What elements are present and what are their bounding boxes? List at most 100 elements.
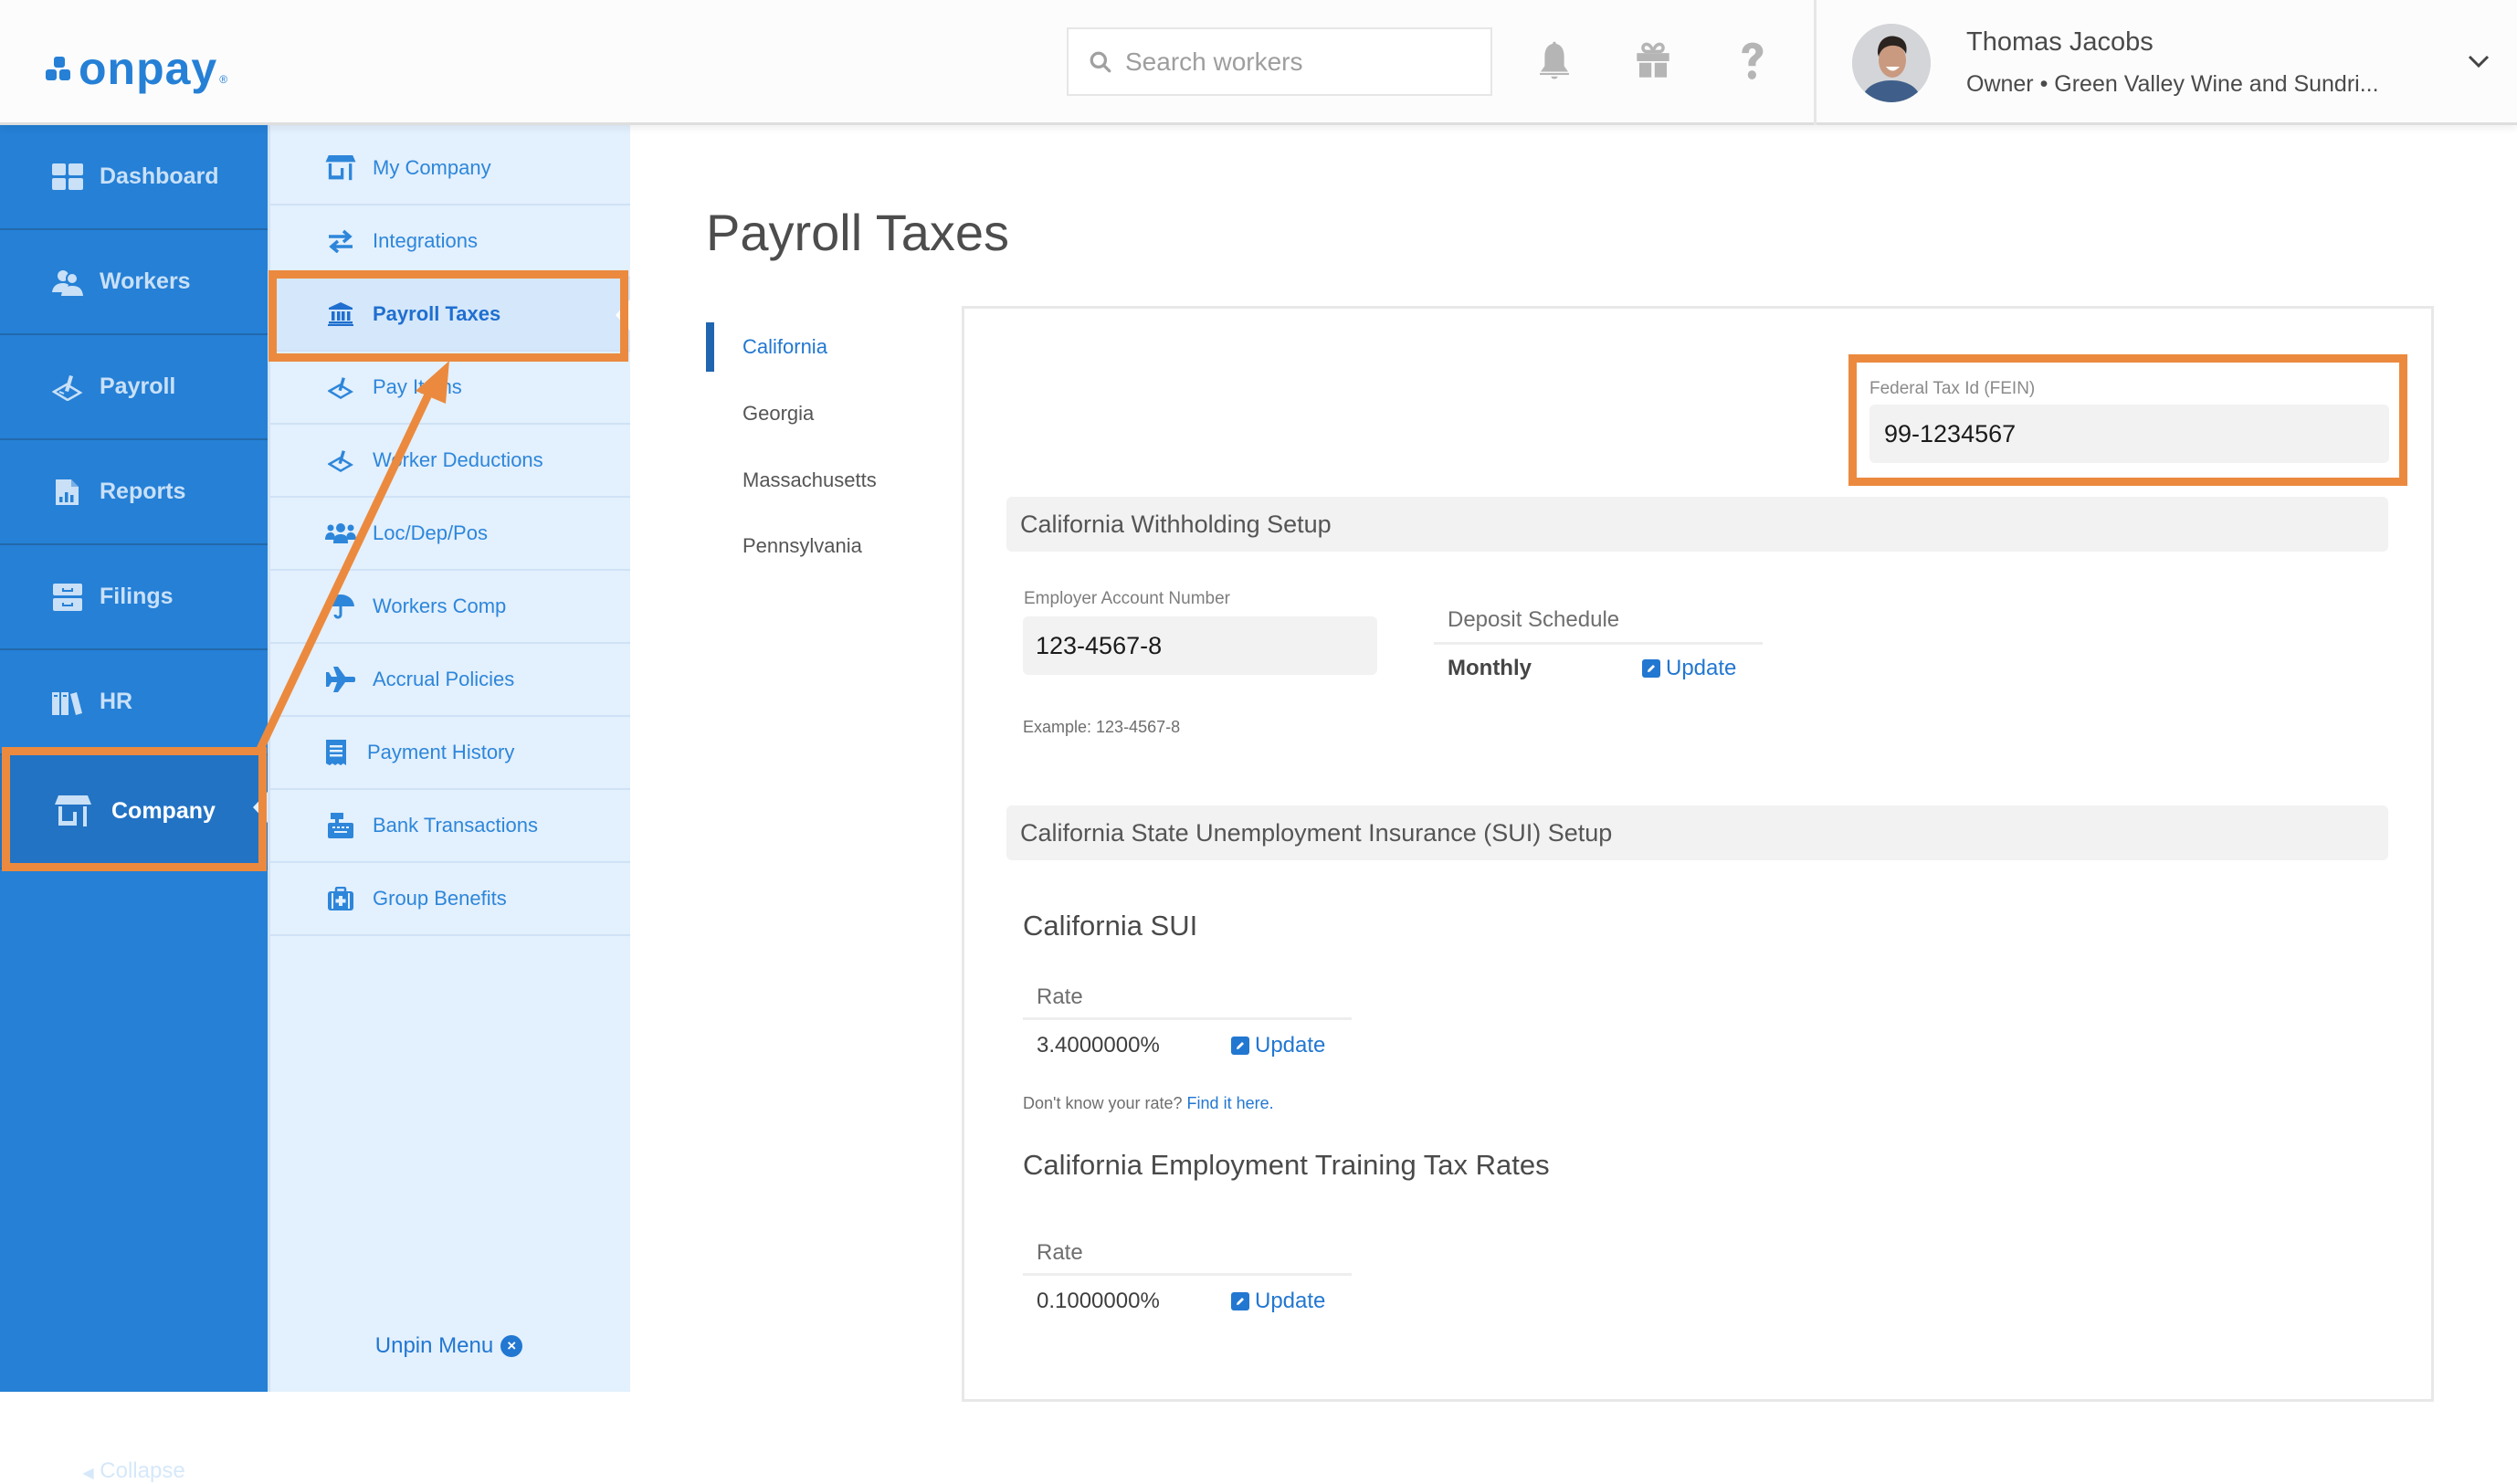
exchange-icon	[325, 227, 356, 255]
withholding-section-header: California Withholding Setup	[1006, 497, 2388, 552]
sidebar-item-label: Payroll	[100, 374, 176, 399]
sui-rate-help-text: Don't know your rate?	[1023, 1094, 1183, 1112]
bank-icon	[325, 300, 356, 328]
sui-rate-divider	[1023, 1017, 1352, 1020]
subnav-item-label: Payroll Taxes	[373, 302, 501, 325]
avatar[interactable]	[1852, 24, 1931, 102]
ett-rate-divider	[1023, 1273, 1352, 1276]
payroll-icon	[52, 372, 83, 403]
sidebar-item-reports[interactable]: Reports	[0, 440, 268, 545]
help-icon[interactable]	[1732, 40, 1772, 82]
subnav-item-label: Loc/Dep/Pos	[373, 521, 488, 544]
sidebar-item-label: Dashboard	[100, 163, 219, 189]
signature-icon	[325, 447, 356, 474]
subnav-item-label: Group Benefits	[373, 887, 507, 910]
onpay-logo[interactable]: onpay ®	[46, 37, 227, 91]
unpin-label: Unpin Menu	[374, 1333, 494, 1358]
subnav-item-group-benefits[interactable]: Group Benefits	[270, 863, 630, 936]
fein-label: Federal Tax Id (FEIN)	[1869, 379, 2036, 398]
edit-icon	[1231, 1037, 1249, 1055]
state-tab-massachusetts[interactable]: Massachusetts	[742, 468, 877, 492]
sui-rate-update-link[interactable]: Update	[1231, 1033, 1325, 1058]
sidebar-item-label: Workers	[100, 268, 191, 294]
search-workers-input[interactable]	[1125, 47, 1472, 77]
subnav-item-integrations[interactable]: Integrations	[270, 205, 630, 279]
subnav-item-label: Worker Deductions	[373, 448, 543, 471]
sidebar-item-label: Reports	[100, 479, 186, 504]
reports-icon	[52, 477, 83, 508]
collapse-button[interactable]: ◀ Collapse	[0, 1458, 268, 1484]
logo-text: onpay	[79, 43, 218, 94]
close-circle-icon: ×	[500, 1335, 523, 1357]
active-state-indicator	[706, 322, 714, 372]
sidebar-item-label: Company	[111, 798, 216, 824]
sidebar-item-hr[interactable]: HR	[0, 650, 268, 755]
subnav-item-loc-dep-pos[interactable]: Loc/Dep/Pos	[270, 498, 630, 571]
search-box[interactable]	[1067, 27, 1492, 96]
user-photo-icon	[1852, 24, 1931, 102]
ett-rate-update-link[interactable]: Update	[1231, 1289, 1325, 1314]
state-tab-california[interactable]: California	[742, 335, 827, 359]
subnav-item-label: Integrations	[373, 229, 478, 252]
subnav-item-payroll-taxes[interactable]: Payroll Taxes	[270, 279, 630, 352]
subnav-item-accrual-policies[interactable]: Accrual Policies	[270, 644, 630, 717]
medkit-icon	[325, 885, 356, 912]
company-subnav: My Company Integrations Payroll Taxes Pa…	[268, 125, 630, 1392]
main-sidebar: Dashboard Workers Payroll Reports Filing…	[0, 125, 268, 1483]
subnav-item-label: My Company	[373, 156, 491, 179]
subnav-item-pay-items[interactable]: Pay Items	[270, 352, 630, 425]
subnav-item-bank-transactions[interactable]: Bank Transactions	[270, 790, 630, 863]
employer-account-example: Example: 123-4567-8	[1023, 718, 1181, 736]
sidebar-item-company[interactable]: Company	[0, 755, 268, 869]
active-caret-icon	[616, 300, 630, 331]
subnav-item-worker-deductions[interactable]: Worker Deductions	[270, 425, 630, 498]
header-divider	[1814, 0, 1817, 125]
subnav-item-my-company[interactable]: My Company	[270, 132, 630, 205]
state-tab-pennsylvania[interactable]: Pennsylvania	[742, 534, 862, 558]
bell-icon[interactable]	[1534, 40, 1574, 82]
find-rate-link[interactable]: Find it here.	[1187, 1094, 1274, 1112]
sui-subheading: California SUI	[1023, 910, 1198, 942]
subnav-item-label: Payment History	[367, 741, 515, 763]
edit-icon	[1231, 1292, 1249, 1310]
unpin-menu-button[interactable]: Unpin Menu ×	[268, 1333, 630, 1359]
sui-rate-help: Don't know your rate? Find it here.	[1023, 1094, 1274, 1113]
workers-icon	[52, 267, 83, 298]
dashboard-icon	[52, 162, 83, 193]
caret-left-icon: ◀	[82, 1466, 94, 1481]
subnav-item-payment-history[interactable]: Payment History	[270, 717, 630, 790]
deposit-schedule-value: Monthly	[1448, 656, 1532, 680]
sidebar-item-payroll[interactable]: Payroll	[0, 335, 268, 440]
receipt-icon	[325, 739, 347, 766]
sidebar-item-filings[interactable]: Filings	[0, 545, 268, 650]
sidebar-item-dashboard[interactable]: Dashboard	[0, 125, 268, 230]
ett-rate-header: Rate	[1037, 1240, 1083, 1265]
subnav-item-label: Workers Comp	[373, 595, 507, 617]
fein-input[interactable]	[1869, 405, 2389, 463]
sidebar-item-workers[interactable]: Workers	[0, 230, 268, 335]
company-icon	[55, 795, 91, 828]
page-title: Payroll Taxes	[706, 204, 1010, 261]
state-tab-georgia[interactable]: Georgia	[742, 402, 814, 426]
store-icon	[325, 154, 356, 182]
collapse-label: Collapse	[100, 1458, 185, 1483]
sidebar-item-label: Filings	[100, 584, 174, 609]
umbrella-icon	[325, 593, 356, 620]
subnav-item-label: Pay Items	[373, 375, 462, 398]
deposit-schedule-label: Deposit Schedule	[1448, 607, 1620, 632]
ett-subheading: California Employment Training Tax Rates	[1023, 1149, 1550, 1181]
employer-account-input[interactable]	[1023, 616, 1377, 675]
ett-rate-value: 0.1000000%	[1037, 1289, 1160, 1313]
subnav-item-label: Bank Transactions	[373, 814, 538, 837]
sui-section-header: California State Unemployment Insurance …	[1006, 805, 2388, 860]
chevron-down-icon[interactable]	[2466, 51, 2491, 71]
subnav-item-workers-comp[interactable]: Workers Comp	[270, 571, 630, 644]
cash-register-icon	[325, 812, 356, 839]
gift-icon[interactable]	[1633, 40, 1673, 82]
user-name[interactable]: Thomas Jacobs	[1966, 27, 2154, 58]
sui-rate-header: Rate	[1037, 984, 1083, 1009]
sui-rate-value: 3.4000000%	[1037, 1033, 1160, 1058]
top-header: onpay ® Thomas Jacobs Owner • Gre	[0, 0, 2517, 125]
user-role-company[interactable]: Owner • Green Valley Wine and Sundri...	[1966, 71, 2379, 98]
deposit-schedule-update-link[interactable]: Update	[1642, 656, 1736, 681]
